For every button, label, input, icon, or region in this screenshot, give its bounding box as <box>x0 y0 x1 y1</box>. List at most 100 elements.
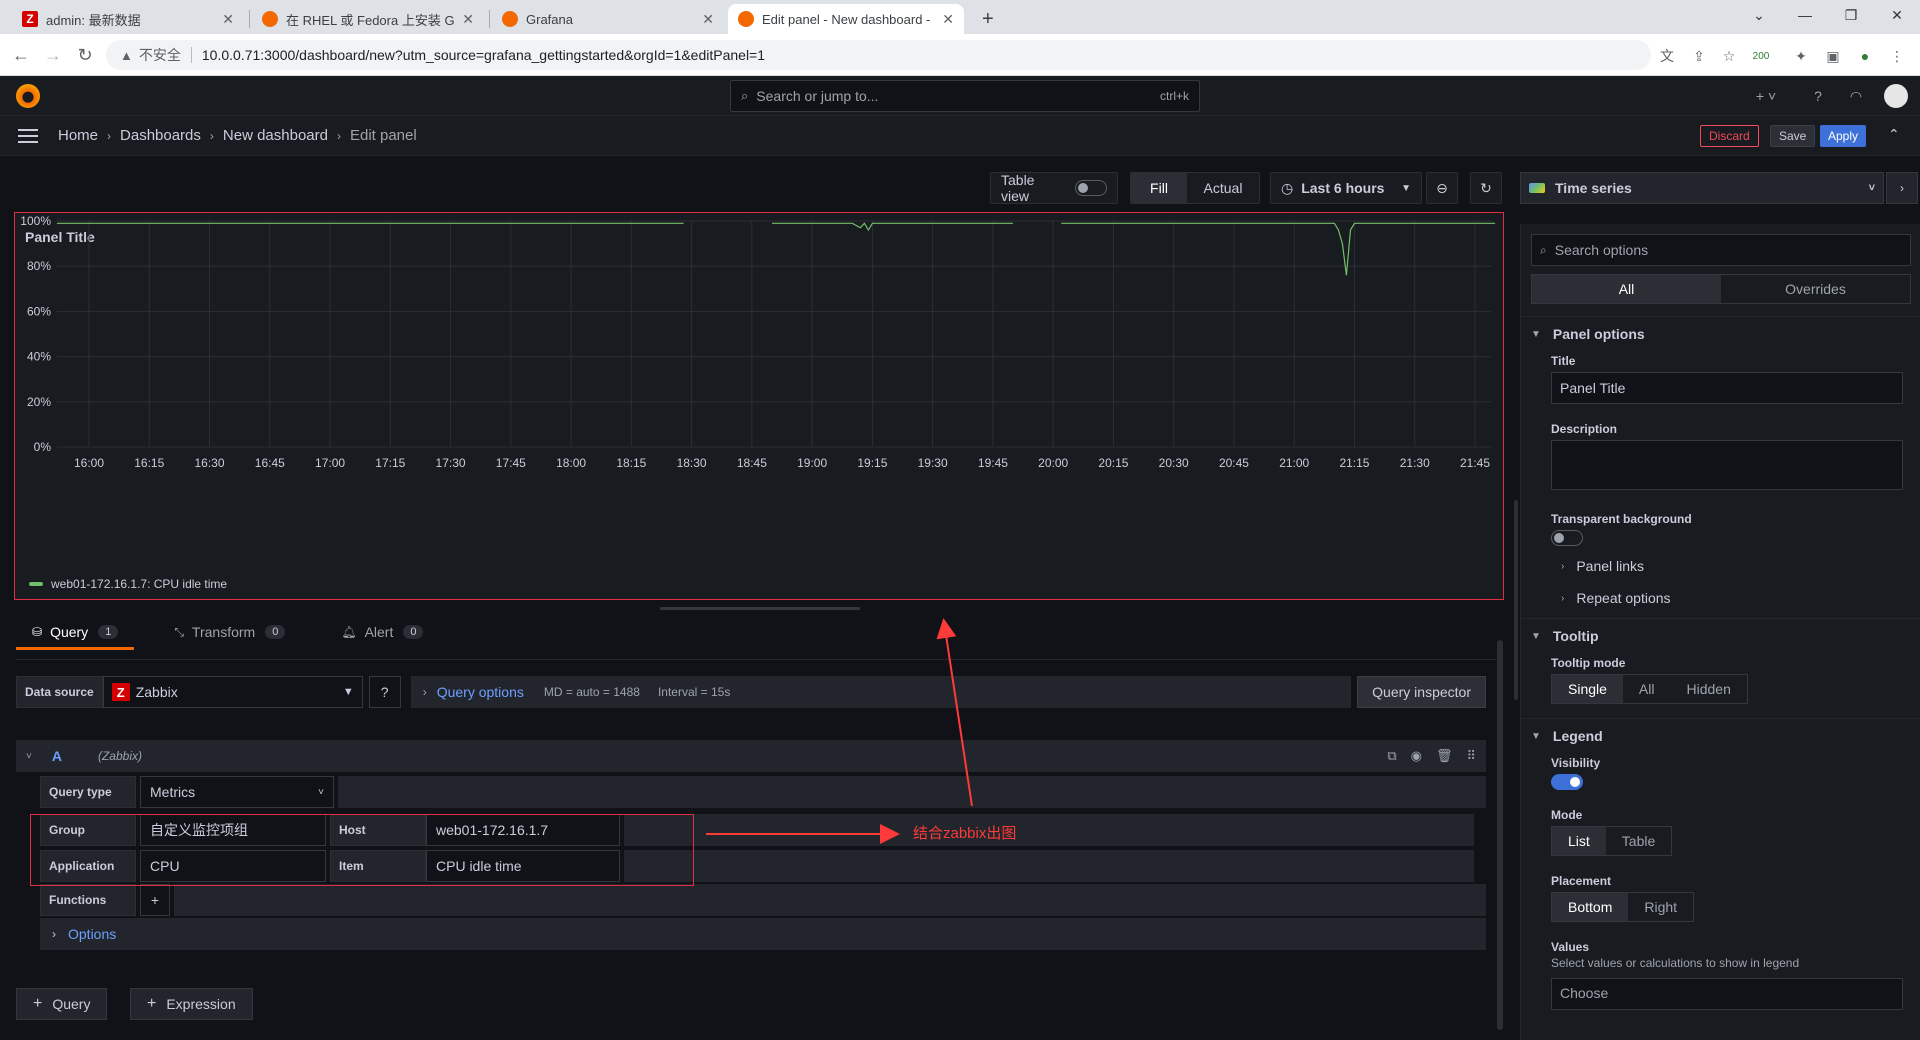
legend-mode-table[interactable]: Table <box>1606 827 1671 855</box>
tooltip-section[interactable]: ▼ Tooltip <box>1531 628 1599 644</box>
tab-all[interactable]: All <box>1532 275 1721 303</box>
placement-bottom[interactable]: Bottom <box>1552 893 1629 921</box>
query-ref-id[interactable]: A <box>52 748 62 764</box>
tab-separator <box>489 10 490 28</box>
options-link[interactable]: Options <box>68 926 116 942</box>
legend-item[interactable]: web01-172.16.1.7: CPU idle time <box>29 577 227 591</box>
restore-icon[interactable]: ❐ <box>1828 0 1874 30</box>
query-row-header[interactable]: ˅ A (Zabbix) ⧉ ◉ 🗑︎ ⠿ <box>16 740 1486 772</box>
query-type-label: Query type <box>40 776 136 808</box>
tab-overrides[interactable]: Overrides <box>1721 275 1910 303</box>
grafana-logo-icon[interactable] <box>16 84 40 108</box>
legend-section[interactable]: ▼ Legend <box>1531 728 1603 744</box>
search-input[interactable]: ⌕ Search or jump to... ctrl+k <box>730 80 1200 112</box>
window-close-icon[interactable]: ✕ <box>1874 0 1920 30</box>
help-icon[interactable]: ? <box>1808 86 1828 106</box>
repeat-options-section[interactable]: › Repeat options <box>1561 590 1671 606</box>
tab-search-icon[interactable]: ⌄ <box>1736 0 1782 30</box>
zabbix-icon: Z <box>22 11 38 27</box>
url-bar[interactable]: ▲ 不安全 10.0.0.71:3000/dashboard/new?utm_s… <box>106 40 1651 70</box>
breadcrumb-new-dashboard[interactable]: New dashboard <box>223 127 328 144</box>
add-expression-button[interactable]: + Expression <box>130 988 253 1020</box>
duplicate-icon[interactable]: ⧉ <box>1387 748 1396 764</box>
browser-tab-zabbix[interactable]: Z admin: 最新数据 ✕ <box>12 4 244 34</box>
add-query-button[interactable]: + Query <box>16 988 108 1020</box>
back-icon[interactable]: ← <box>10 44 32 66</box>
datasource-help-icon[interactable]: ? <box>368 676 401 708</box>
breadcrumb-home[interactable]: Home <box>58 127 98 144</box>
extensions-puzzle-icon[interactable]: ✦ <box>1792 47 1810 65</box>
tooltip-mode-single[interactable]: Single <box>1552 675 1623 703</box>
browser-tab-edit-panel[interactable]: Edit panel - New dashboard - G ✕ <box>728 4 964 34</box>
placement-right[interactable]: Right <box>1628 893 1693 921</box>
close-icon[interactable]: ✕ <box>942 11 954 28</box>
transparent-switch[interactable] <box>1551 530 1583 546</box>
menu-icon[interactable] <box>18 128 38 143</box>
browser-tab-grafana[interactable]: Grafana ✕ <box>492 4 724 34</box>
options-pane-splitter[interactable] <box>1514 500 1518 700</box>
legend-visibility-switch[interactable] <box>1551 774 1583 790</box>
actual-button[interactable]: Actual <box>1187 173 1259 203</box>
query-options-bar[interactable]: › Query options MD = auto = 1488 Interva… <box>410 676 1352 708</box>
options-search-input[interactable]: ⌕ Search options <box>1531 234 1911 266</box>
pane-resize-handle[interactable] <box>660 607 860 610</box>
functions-label: Functions <box>40 884 136 916</box>
query-datasource-tag: (Zabbix) <box>97 749 142 763</box>
close-icon[interactable]: ✕ <box>462 11 474 28</box>
bookmark-star-icon[interactable]: ☆ <box>1720 47 1738 65</box>
discard-button[interactable]: Discard <box>1700 125 1759 147</box>
browser-tab-rhel[interactable]: 在 RHEL 或 Fedora 上安装 Grafa ✕ <box>252 4 484 34</box>
chevron-up-icon[interactable]: ⌃ <box>1888 126 1900 143</box>
news-feed-icon[interactable]: ◠ <box>1846 86 1866 106</box>
description-textarea[interactable] <box>1551 440 1903 490</box>
panel-options-section[interactable]: ▼ Panel options <box>1531 326 1645 342</box>
panel[interactable]: Panel Title 0% 20% 40% 60% 80% 100% 16:00 16:15… <box>14 212 1504 600</box>
avatar[interactable] <box>1884 84 1908 108</box>
add-function-button[interactable]: + <box>140 884 170 916</box>
tab-transform[interactable]: ⤡ Transform 0 <box>158 624 301 650</box>
fill-button[interactable]: Fill <box>1131 173 1187 203</box>
legend-mode-list[interactable]: List <box>1552 827 1606 855</box>
tab-query[interactable]: ⛁ Query 1 <box>16 624 135 650</box>
drag-handle-icon[interactable]: ⠿ <box>1466 748 1476 764</box>
save-button[interactable]: Save <box>1770 125 1816 147</box>
legend-values-select[interactable]: Choose <box>1551 978 1903 1010</box>
share-icon[interactable]: ⇪ <box>1690 47 1708 65</box>
minimize-icon[interactable]: — <box>1782 0 1828 30</box>
query-inspector-button[interactable]: Query inspector <box>1357 676 1486 708</box>
datasource-picker[interactable]: Z Zabbix ▼ <box>102 676 363 708</box>
zoom-out-icon[interactable]: ⊖ <box>1426 172 1458 204</box>
panel-links-section[interactable]: › Panel links <box>1561 558 1644 574</box>
profile-icon[interactable]: ● <box>1856 47 1874 65</box>
add-new-icon[interactable]: + ˅ <box>1750 86 1782 106</box>
visualization-picker[interactable]: Time series ˅ <box>1520 172 1884 204</box>
query-options-link[interactable]: Query options <box>437 684 524 700</box>
translate-icon[interactable]: 文 <box>1658 47 1676 65</box>
query-type-select[interactable]: Metrics ˅ <box>140 776 334 808</box>
table-view-toggle[interactable]: Table view <box>990 172 1118 204</box>
eye-icon[interactable]: ◉ <box>1411 748 1422 764</box>
trash-icon[interactable]: 🗑︎ <box>1436 748 1453 764</box>
new-tab-button[interactable]: + <box>972 4 1002 34</box>
time-range-picker[interactable]: ◷ Last 6 hours ▼ <box>1270 172 1422 204</box>
sidepanel-icon[interactable]: ▣ <box>1824 47 1842 65</box>
breadcrumb-dashboards[interactable]: Dashboards <box>120 127 201 144</box>
query-type-value: Metrics <box>150 784 196 800</box>
tooltip-mode-all[interactable]: All <box>1623 675 1671 703</box>
extension-badge[interactable]: 200 <box>1752 47 1770 65</box>
tooltip-mode-hidden[interactable]: Hidden <box>1670 675 1746 703</box>
chevron-down-icon[interactable]: ˅ <box>26 751 32 762</box>
refresh-icon[interactable]: ↻ <box>1470 172 1502 204</box>
browser-menu-icon[interactable]: ⋮ <box>1888 47 1906 65</box>
collapse-pane-icon[interactable]: › <box>1886 172 1918 204</box>
title-input[interactable]: Panel Title <box>1551 372 1903 404</box>
apply-button[interactable]: Apply <box>1820 125 1867 147</box>
table-view-switch[interactable] <box>1075 180 1107 196</box>
tab-alert[interactable]: 🔔︎ Alert 0 <box>325 624 439 650</box>
query-pane-scrollbar[interactable] <box>1497 640 1503 1030</box>
close-icon[interactable]: ✕ <box>702 11 714 28</box>
reload-icon[interactable]: ↻ <box>74 44 96 66</box>
close-icon[interactable]: ✕ <box>222 11 234 28</box>
forward-icon[interactable]: → <box>42 44 64 66</box>
zabbix-options-row[interactable]: › Options <box>40 918 1486 950</box>
